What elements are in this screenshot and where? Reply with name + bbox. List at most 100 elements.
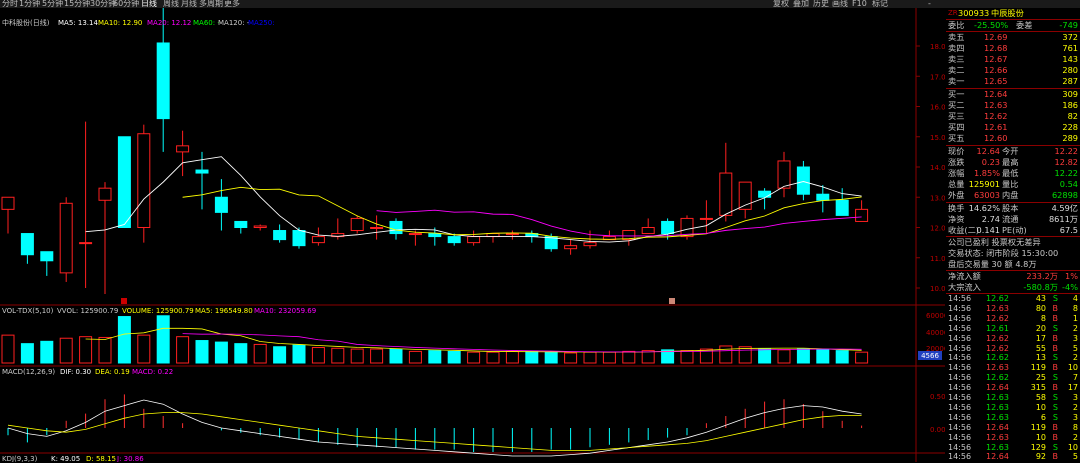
stat2-row-1: 净资 2.74 流通 8611万 xyxy=(946,214,1080,225)
tab-5[interactable]: 60分钟 xyxy=(113,0,139,8)
volume-bar xyxy=(20,343,34,364)
price-tick-label: 18.00 xyxy=(930,43,945,51)
tab-0[interactable]: 分时 xyxy=(2,0,18,8)
tab-8[interactable]: 月线 xyxy=(181,0,197,8)
trade-volume: 17 xyxy=(1035,333,1046,343)
ask-volume: 280 xyxy=(1062,65,1078,75)
weicha-label: 委差 xyxy=(1016,20,1033,30)
vol-volume: VOLUME: 125900.79 xyxy=(122,307,194,315)
tab-10[interactable]: 更多 xyxy=(224,0,240,8)
trade-price: 12.62 xyxy=(986,353,1009,363)
trade-volume: 129 xyxy=(1030,442,1046,452)
toolbar-right-1[interactable]: 叠加 xyxy=(793,0,809,8)
volume-bar xyxy=(331,347,345,364)
ma10-label: MA10: 12.90 xyxy=(98,19,142,27)
bid-label: 买三 xyxy=(948,111,965,121)
volume-bar xyxy=(816,349,830,364)
toolbar-right-6[interactable]: - xyxy=(928,0,931,8)
toolbar-right-3[interactable]: 画线 xyxy=(832,0,848,8)
macd-name: MACD(12,26,9) xyxy=(2,368,55,376)
stat-row-0: 现价 12.64 今开 12.22 xyxy=(946,146,1080,157)
candle xyxy=(855,208,869,222)
trade-time: 14:56 xyxy=(948,393,972,402)
volume-bar xyxy=(234,343,248,364)
bid-volume: 289 xyxy=(1062,133,1078,143)
candle xyxy=(59,202,73,274)
volume-bar xyxy=(1,334,15,364)
bid-row-3: 买四 12.61 228 xyxy=(946,122,1080,133)
bid-volume: 82 xyxy=(1067,111,1078,121)
stat-label2: 今开 xyxy=(1002,146,1019,156)
candle xyxy=(661,220,675,235)
stat-value: 125901 xyxy=(968,179,1000,189)
volume-bar xyxy=(544,351,558,364)
trade-direction: S xyxy=(1052,412,1058,422)
stat-label: 涨跌 xyxy=(948,157,965,167)
candle xyxy=(292,230,306,247)
trade-volume: 25 xyxy=(1035,373,1046,383)
volume-bar xyxy=(214,341,228,364)
ask-price: 12.68 xyxy=(984,43,1008,53)
stat-label: 涨幅 xyxy=(948,168,965,178)
stat-label: 总量 xyxy=(948,179,965,189)
after-hours: 盘后交易量 30 额 4.8万 xyxy=(948,259,1037,269)
tab-3[interactable]: 15分钟 xyxy=(64,0,90,8)
tab-6[interactable]: 日线 xyxy=(141,0,157,8)
ask-row-3: 卖二 12.66 280 xyxy=(946,65,1080,76)
inflow-value: 233.2万 xyxy=(1026,271,1058,281)
toolbar-right-5[interactable]: 标记 xyxy=(872,0,888,8)
trade-price: 12.63 xyxy=(986,412,1009,422)
ask-price: 12.65 xyxy=(984,76,1008,86)
stat-value: 12.64 xyxy=(976,146,1000,156)
stock-name: 中辰股份 xyxy=(991,8,1024,18)
bid-label: 买一 xyxy=(948,89,965,99)
trade-time: 14:56 xyxy=(948,432,972,442)
tab-2[interactable]: 5分钟 xyxy=(42,0,63,8)
weibi-row: 委比 -25.50% 委差 -749 xyxy=(946,20,1080,31)
trade-count: 5 xyxy=(1072,452,1078,462)
trade-price: 12.64 xyxy=(986,422,1009,432)
trade-time: 14:56 xyxy=(948,313,972,323)
trade-volume: 43 xyxy=(1035,294,1046,303)
tab-1[interactable]: 1分钟 xyxy=(19,0,40,8)
trade-time: 14:56 xyxy=(948,353,972,363)
trade-time: 14:56 xyxy=(948,303,972,313)
volume-bar xyxy=(273,346,287,364)
event-marker xyxy=(121,298,127,304)
macd-tick: 0.00 xyxy=(930,426,945,434)
price-tick-label: 16.00 xyxy=(930,104,945,112)
ask-label: 卖二 xyxy=(948,65,965,75)
price-tick-label: 14.00 xyxy=(930,164,945,172)
ask-volume: 143 xyxy=(1062,54,1078,64)
bid-price: 12.61 xyxy=(984,122,1008,132)
trade-row: 14:56 12.63 10 B 2 xyxy=(946,433,1080,443)
trade-volume: 119 xyxy=(1030,422,1046,432)
price-tick-label: 13.00 xyxy=(930,194,945,202)
candle xyxy=(777,160,791,189)
ma60-label: MA60: - xyxy=(193,19,220,27)
trade-count: 3 xyxy=(1072,333,1078,343)
bid-label: 买二 xyxy=(948,100,965,110)
stat2-label2: 流通 xyxy=(1002,214,1019,224)
toolbar-right-4[interactable]: F10 xyxy=(852,0,867,8)
stat-value2: 62898 xyxy=(1051,190,1078,200)
trade-direction: B xyxy=(1052,333,1059,343)
bid-price: 12.62 xyxy=(984,111,1008,121)
trade-volume: 20 xyxy=(1035,323,1046,333)
tab-7[interactable]: 周线 xyxy=(163,0,179,8)
stat2-label2: PE(动) xyxy=(1002,225,1027,235)
trade-volume: 119 xyxy=(1030,363,1046,373)
trade-row: 14:56 12.63 119 B 10 xyxy=(946,363,1080,373)
toolbar-right-2[interactable]: 历史 xyxy=(813,0,829,8)
volume-bar xyxy=(176,336,190,364)
tab-9[interactable]: 多周期 xyxy=(199,0,223,8)
volume-bar xyxy=(447,350,461,364)
ma5-label: MA5: 13.14 xyxy=(58,19,98,27)
toolbar-right-0[interactable]: 复权 xyxy=(773,0,789,8)
price-tick-label: 12.00 xyxy=(930,225,945,233)
stat-value2: 0.54 xyxy=(1059,179,1078,189)
vol-tick: 40000 xyxy=(926,329,945,337)
volume-bar xyxy=(428,350,442,364)
trade-price: 12.62 xyxy=(986,343,1009,353)
kline-chart[interactable]: 18.00 17.00 16.00 15.00 14.00 13.00 12.00 11.00… xyxy=(0,8,945,462)
